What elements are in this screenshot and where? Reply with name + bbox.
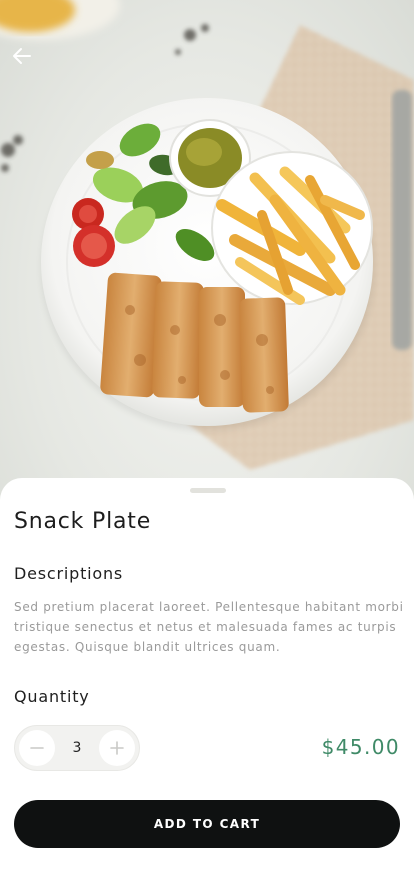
- product-price: $45.00: [321, 735, 400, 759]
- quantity-heading: Quantity: [14, 687, 90, 706]
- description-text: Sed pretium placerat laoreet. Pellentesq…: [14, 600, 404, 654]
- plus-icon: [110, 741, 124, 755]
- product-image: [0, 0, 414, 500]
- arrow-left-icon: [13, 48, 31, 64]
- product-title: Snack Plate: [14, 509, 152, 534]
- description-heading: Descriptions: [14, 564, 124, 583]
- decrease-quantity-button[interactable]: [19, 730, 55, 766]
- snack-plate-illustration: [0, 0, 414, 470]
- quantity-stepper: 3: [14, 725, 140, 771]
- product-details-sheet: Snack Plate Descriptions Sed pretium pla…: [0, 478, 414, 896]
- add-to-cart-button[interactable]: ADD TO CART: [14, 800, 400, 848]
- drag-handle[interactable]: [190, 488, 226, 493]
- back-button[interactable]: [10, 44, 38, 72]
- increase-quantity-button[interactable]: [99, 730, 135, 766]
- minus-icon: [30, 747, 44, 749]
